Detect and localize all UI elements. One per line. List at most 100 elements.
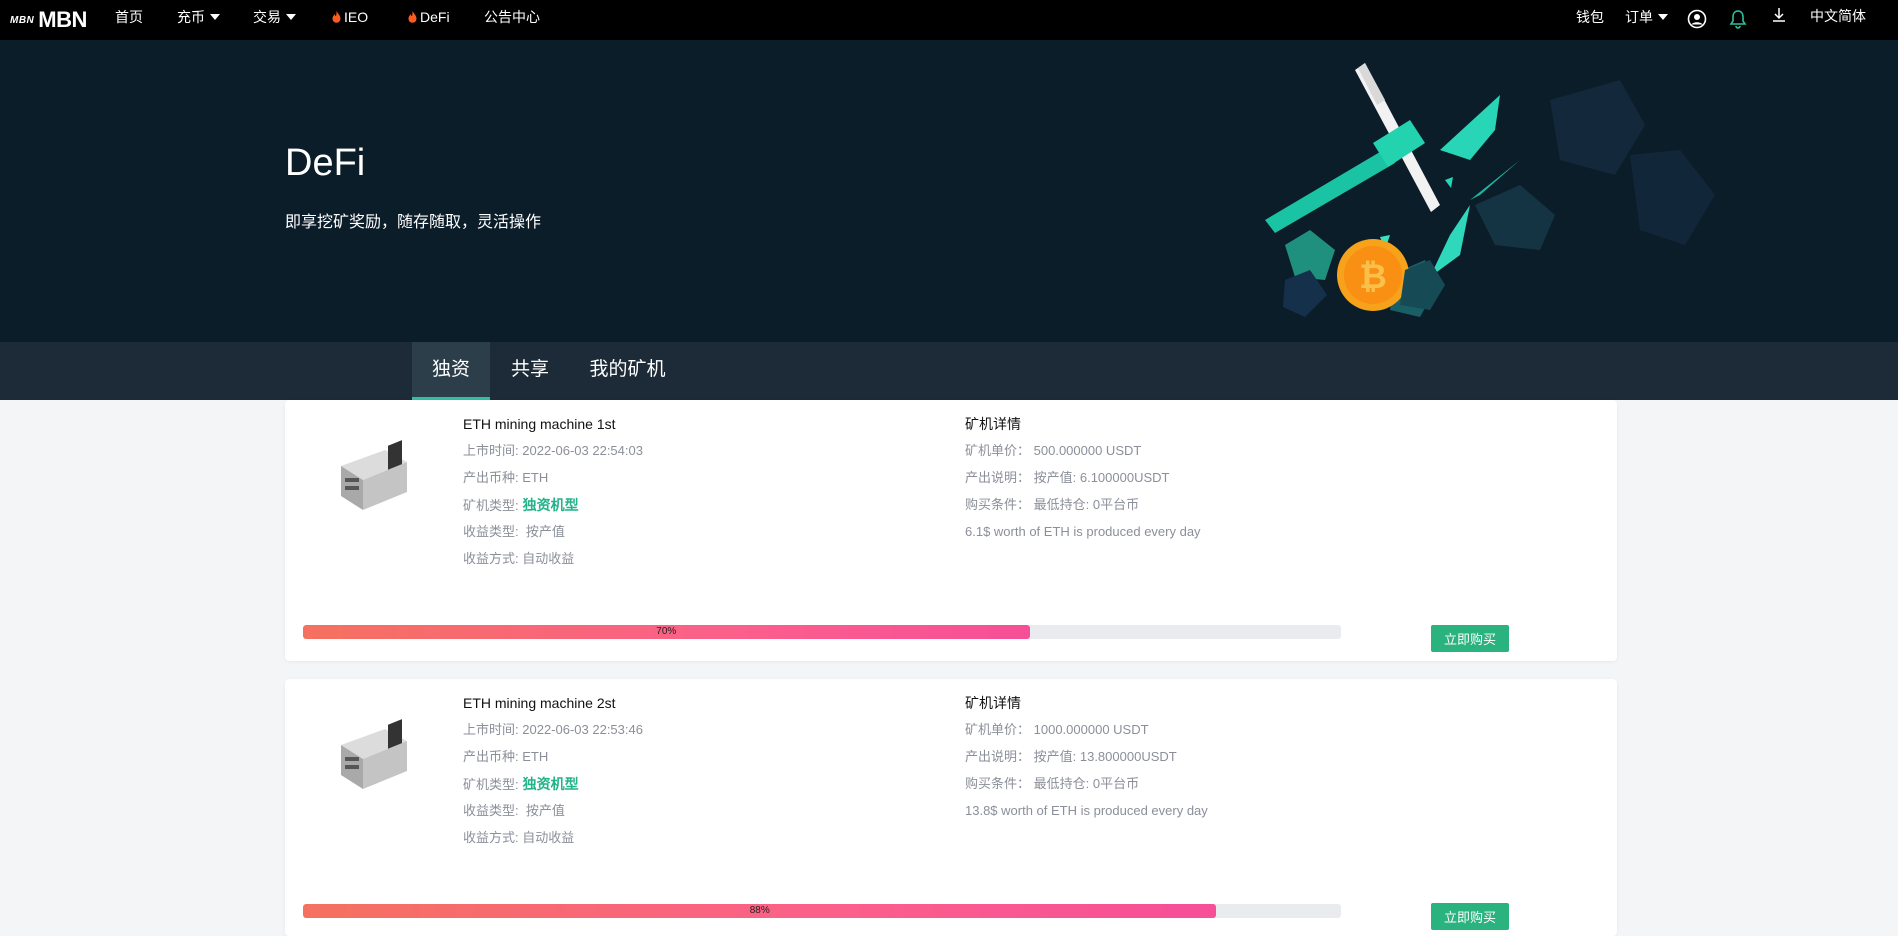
income-type-value: 按产值 — [525, 524, 565, 539]
income-type-label: 收益类型: — [463, 803, 519, 818]
output-value: 按产值: 13.800000USDT — [1033, 749, 1177, 764]
crystal-shape — [1445, 177, 1453, 188]
coin-label: 产出币种: — [463, 470, 519, 485]
coin-label: 产出币种: — [463, 749, 519, 764]
income-mode-row: 收益方式: 自动收益 — [463, 828, 643, 855]
top-navbar: MBN MBN 首页 充币 交易 IEO DeFi 公告中心 钱包 订单 中文简… — [0, 0, 1898, 40]
hero-banner: DeFi 即享挖矿奖励，随存随取，灵活操作 ₿ — [0, 40, 1898, 342]
machine-type-label: 矿机类型: — [463, 498, 519, 513]
launch-time-label: 上市时间: — [463, 722, 519, 737]
launch-time-row: 上市时间: 2022-06-03 22:53:46 — [463, 720, 643, 747]
nav-language[interactable]: 中文简体 — [1810, 0, 1866, 40]
flame-icon — [408, 11, 417, 23]
progress-label: 88% — [749, 905, 770, 916]
output-label: 产出说明： — [965, 749, 1031, 764]
detail-title: 矿机详情 — [965, 695, 1021, 711]
condition-row: 购买条件： 最低持仓: 0平台币 — [965, 774, 1208, 801]
machine-type-label: 矿机类型: — [463, 777, 519, 792]
chevron-down-icon — [210, 14, 220, 20]
income-mode-label: 收益方式: — [463, 551, 519, 566]
nav-announcements-label: 公告中心 — [484, 9, 540, 25]
nav-home[interactable]: 首页 — [115, 0, 143, 40]
output-row: 产出说明： 按产值: 13.800000USDT — [965, 747, 1208, 774]
nav-announcements[interactable]: 公告中心 — [484, 0, 540, 40]
income-mode-label: 收益方式: — [463, 830, 519, 845]
flame-icon — [332, 11, 341, 23]
rock-shape — [1630, 150, 1715, 245]
tab-my-machines-label: 我的矿机 — [589, 359, 666, 380]
buy-now-button[interactable]: 立即购买 — [1431, 625, 1509, 652]
machine-card: ETH mining machine 1st 上市时间: 2022-06-03 … — [285, 400, 1617, 661]
buy-now-button[interactable]: 立即购买 — [1431, 903, 1509, 930]
tab-shared[interactable]: 共享 — [500, 342, 560, 400]
tab-bar: 独资 共享 我的矿机 — [0, 342, 1898, 400]
coin-value: ETH — [522, 470, 549, 485]
nav-deposit-label: 充币 — [177, 9, 205, 25]
crystal-shape — [1440, 95, 1500, 160]
price-label: 矿机单价： — [965, 443, 1031, 458]
machine-type-row: 矿机类型: 独资机型 — [463, 495, 643, 522]
machine-info: ETH mining machine 2st 上市时间: 2022-06-03 … — [463, 693, 643, 855]
logo-small-text: MBN — [10, 14, 35, 26]
output-label: 产出说明： — [965, 470, 1031, 485]
tab-solo[interactable]: 独资 — [412, 342, 490, 400]
launch-time-value: 2022-06-03 22:54:03 — [522, 443, 643, 458]
launch-time-row: 上市时间: 2022-06-03 22:54:03 — [463, 441, 643, 468]
bell-icon[interactable] — [1728, 9, 1748, 29]
price-row: 矿机单价： 500.000000 USDT — [965, 441, 1201, 468]
condition-row: 购买条件： 最低持仓: 0平台币 — [965, 495, 1201, 522]
income-type-value: 按产值 — [525, 803, 565, 818]
income-mode-row: 收益方式: 自动收益 — [463, 549, 643, 576]
tab-my-machines[interactable]: 我的矿机 — [580, 342, 675, 400]
nav-ieo[interactable]: IEO — [332, 0, 368, 40]
progress-bar: 70% — [303, 625, 1341, 639]
condition-value: 最低持仓: 0平台币 — [1033, 497, 1140, 512]
nav-defi-label: DeFi — [420, 9, 450, 25]
machine-type-value: 独资机型 — [522, 776, 579, 792]
coin-row: 产出币种: ETH — [463, 468, 643, 495]
income-mode-value: 自动收益 — [522, 830, 575, 845]
mining-illustration: ₿ — [1265, 63, 1715, 317]
crystal-shape — [1430, 205, 1470, 277]
user-avatar-icon[interactable] — [1687, 9, 1707, 29]
coin-row: 产出币种: ETH — [463, 747, 643, 774]
launch-time-label: 上市时间: — [463, 443, 519, 458]
nav-wallet[interactable]: 钱包 — [1576, 0, 1604, 40]
nav-trade[interactable]: 交易 — [253, 0, 296, 40]
chevron-down-icon — [286, 14, 296, 20]
mining-machine-image — [341, 440, 407, 510]
progress-label: 70% — [656, 626, 677, 637]
bitcoin-icon: ₿ — [1359, 258, 1387, 296]
machine-name: ETH mining machine 1st — [463, 416, 616, 432]
logo-big-text: MBN — [38, 7, 87, 32]
machine-type-row: 矿机类型: 独资机型 — [463, 774, 643, 801]
nav-orders[interactable]: 订单 — [1625, 0, 1668, 40]
nav-wallet-label: 钱包 — [1576, 9, 1604, 25]
mbn-logo[interactable]: MBN MBN — [10, 7, 87, 33]
page-subtitle: 即享挖矿奖励，随存随取，灵活操作 — [285, 214, 542, 231]
coin-value: ETH — [522, 749, 549, 764]
machine-name: ETH mining machine 2st — [463, 695, 616, 711]
condition-value: 最低持仓: 0平台币 — [1033, 776, 1140, 791]
price-value: 1000.000000 USDT — [1033, 722, 1149, 737]
nav-orders-label: 订单 — [1625, 9, 1653, 25]
output-value: 按产值: 6.100000USDT — [1033, 470, 1170, 485]
rock-shape — [1475, 185, 1555, 250]
progress-bar: 88% — [303, 904, 1341, 918]
chevron-down-icon — [1658, 14, 1668, 20]
income-type-row: 收益类型: 按产值 — [463, 522, 643, 549]
income-type-row: 收益类型: 按产值 — [463, 801, 643, 828]
nav-deposit[interactable]: 充币 — [177, 0, 220, 40]
daily-note: 13.8$ worth of ETH is produced every day — [965, 803, 1208, 818]
download-icon[interactable] — [1769, 6, 1789, 26]
income-type-label: 收益类型: — [463, 524, 519, 539]
machine-details: 矿机详情 矿机单价： 1000.000000 USDT 产出说明： 按产值: 1… — [965, 693, 1208, 828]
nav-language-label: 中文简体 — [1810, 8, 1866, 24]
machine-info: ETH mining machine 1st 上市时间: 2022-06-03 … — [463, 414, 643, 576]
nav-trade-label: 交易 — [253, 9, 281, 25]
nav-defi[interactable]: DeFi — [408, 0, 450, 40]
income-mode-value: 自动收益 — [522, 551, 575, 566]
tab-solo-label: 独资 — [431, 359, 470, 380]
price-value: 500.000000 USDT — [1033, 443, 1142, 458]
condition-label: 购买条件： — [965, 497, 1031, 512]
